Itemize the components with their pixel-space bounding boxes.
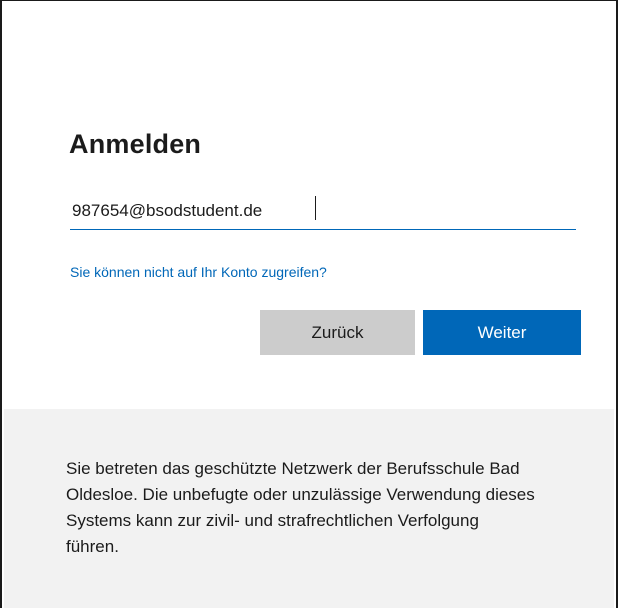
signin-card: Anmelden Sie können nicht auf Ihr Konto … xyxy=(4,2,614,407)
cant-access-account-link[interactable]: Sie können nicht auf Ihr Konto zugreifen… xyxy=(70,264,327,280)
back-button[interactable]: Zurück xyxy=(260,310,415,355)
signin-window: Anmelden Sie können nicht auf Ihr Konto … xyxy=(0,0,618,608)
page-title: Anmelden xyxy=(69,129,202,159)
email-field[interactable] xyxy=(70,192,576,230)
next-button[interactable]: Weiter xyxy=(423,310,581,355)
text-cursor xyxy=(315,196,316,220)
legal-notice-text: Sie betreten das geschützte Netzwerk der… xyxy=(66,459,535,556)
email-field-container xyxy=(70,192,576,232)
